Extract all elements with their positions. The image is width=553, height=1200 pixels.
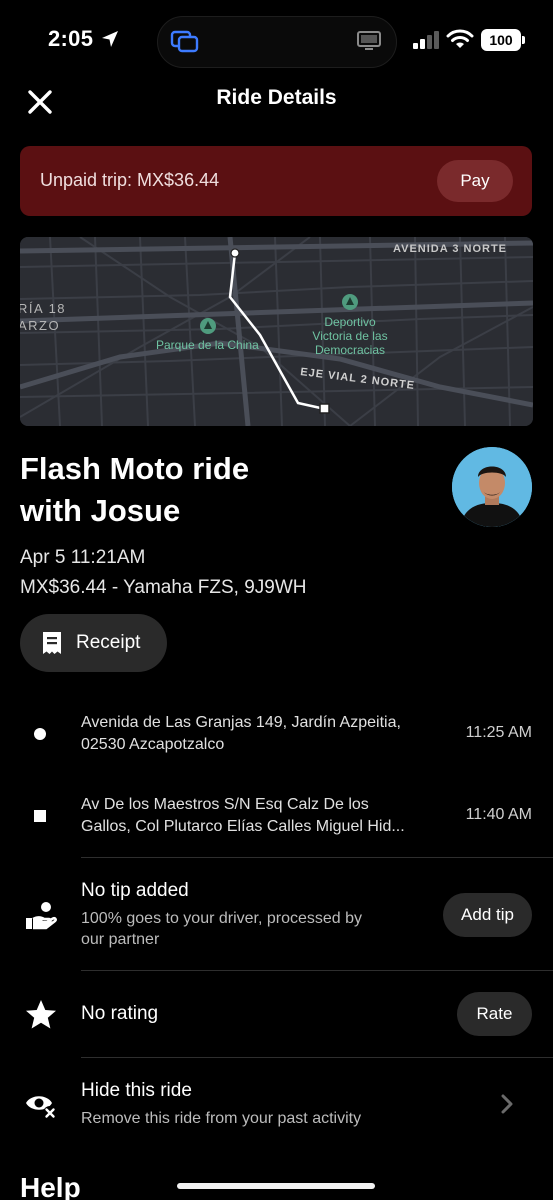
- pay-button[interactable]: Pay: [437, 160, 513, 202]
- map-label-left-2: ARZO: [20, 318, 60, 333]
- help-heading: Help: [20, 1172, 81, 1200]
- screen-mirroring-icon: [170, 30, 199, 53]
- battery-indicator: 100: [481, 29, 521, 51]
- driver-avatar: [452, 447, 532, 527]
- tip-title: No tip added: [81, 880, 189, 901]
- dropoff-address: Av De los Maestros S/N Esq Calz De los G…: [81, 794, 441, 838]
- dropoff-address-line2: Gallos, Col Plutarco Elías Calles Miguel…: [81, 818, 405, 835]
- status-time: 2:05: [48, 26, 94, 51]
- map-label-park-2a: Deportivo: [324, 315, 376, 329]
- divider: [81, 970, 553, 971]
- ride-fare-vehicle: MX$36.44 - Yamaha FZS, 9J9WH: [20, 577, 307, 598]
- dropoff-time: 11:40 AM: [465, 806, 532, 823]
- star-icon: [26, 1000, 56, 1029]
- page-title: Ride Details: [216, 86, 337, 109]
- divider: [81, 857, 553, 858]
- pickup-address: Avenida de Las Granjas 149, Jardín Azpei…: [81, 712, 441, 756]
- rate-button[interactable]: Rate: [457, 992, 532, 1036]
- hide-ride-title: Hide this ride: [81, 1080, 192, 1101]
- location-arrow-icon: [102, 31, 118, 47]
- map-label-park-1: Parque de la China: [156, 338, 259, 352]
- add-tip-button[interactable]: Add tip: [443, 893, 532, 937]
- tip-hand-icon: [26, 902, 57, 930]
- cellular-signal-icon: [413, 31, 439, 49]
- receipt-label: Receipt: [76, 632, 141, 653]
- map-label-park-2b: Victoria de las: [312, 329, 387, 343]
- wifi-icon: [446, 29, 474, 48]
- battery-tip: [522, 36, 525, 44]
- ride-title-line1: Flash Moto ride: [20, 451, 250, 486]
- receipt-button[interactable]: Receipt: [20, 614, 167, 672]
- tip-subtitle: 100% goes to your driver, processed by o…: [81, 908, 421, 950]
- home-indicator[interactable]: [177, 1183, 375, 1189]
- map-canvas: AVENIDA 3 NORTE EJE VIAL 2 NORTE RÍA 18 …: [20, 237, 533, 426]
- unpaid-trip-banner: Unpaid trip: MX$36.44 Pay: [20, 146, 532, 216]
- unpaid-trip-text: Unpaid trip: MX$36.44: [40, 170, 220, 190]
- route-map[interactable]: AVENIDA 3 NORTE EJE VIAL 2 NORTE RÍA 18 …: [20, 237, 533, 426]
- tip-subtitle-line2: our partner: [81, 931, 160, 948]
- ride-title-line2: with Josue: [20, 493, 181, 528]
- chevron-right-icon: [501, 1094, 513, 1114]
- rating-title: No rating: [81, 1003, 159, 1024]
- dropoff-square-icon: [34, 810, 46, 822]
- receipt-icon: [43, 632, 61, 654]
- map-label-park-2c: Democracias: [315, 343, 385, 357]
- tip-subtitle-line1: 100% goes to your driver, processed by: [81, 910, 363, 927]
- hide-eye-icon: [26, 1096, 57, 1120]
- hide-ride-subtitle: Remove this ride from your past activity: [81, 1110, 362, 1127]
- divider: [81, 1057, 553, 1058]
- pickup-address-line1: Avenida de Las Granjas 149, Jardín Azpei…: [81, 714, 401, 731]
- pickup-address-line2: 02530 Azcapotzalco: [81, 736, 225, 753]
- map-label-left-1: RÍA 18: [20, 301, 66, 316]
- pickup-dot-icon: [34, 728, 46, 740]
- monitor-icon: [357, 31, 381, 50]
- ride-title: Flash Moto ride with Josue: [20, 448, 420, 532]
- ride-date: Apr 5 11:21AM: [20, 547, 146, 568]
- pickup-time: 11:25 AM: [465, 724, 532, 741]
- dropoff-address-line1: Av De los Maestros S/N Esq Calz De los: [81, 796, 369, 813]
- map-label-avenida: AVENIDA 3 NORTE: [393, 243, 507, 255]
